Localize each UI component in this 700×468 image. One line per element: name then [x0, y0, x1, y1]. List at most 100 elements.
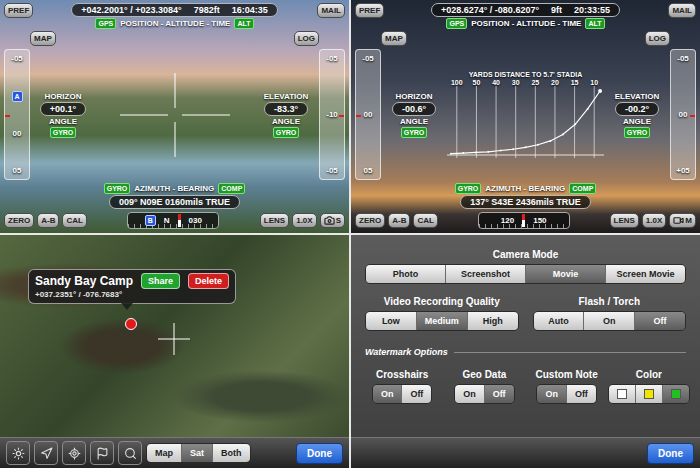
elevation-readout: ELEVATION-00.2°ANGLEGYRO	[606, 92, 668, 138]
status-badge: ALT	[585, 18, 604, 29]
segment-option[interactable]: On	[537, 385, 566, 403]
done-button[interactable]: Done	[647, 443, 694, 464]
tool-button[interactable]: LENS	[260, 213, 289, 228]
segment-option[interactable]: Low	[366, 312, 416, 330]
viewfinder	[96, 49, 253, 180]
tool-button[interactable]: A-B	[388, 213, 410, 228]
level-indicator	[356, 115, 361, 117]
segment-option[interactable]: Medium	[416, 312, 467, 330]
setting-section: Flash / TorchAutoOnOff	[533, 296, 687, 331]
compass-label: N	[164, 216, 170, 225]
compass-strip[interactable]: BN 030	[127, 212, 219, 229]
curve-point	[475, 151, 477, 153]
segment-option[interactable]: On	[583, 312, 634, 330]
callout-button[interactable]: Share	[141, 273, 180, 289]
grid-line	[594, 86, 595, 158]
pref-button[interactable]: PREF	[355, 3, 384, 18]
readout-sublabel: ANGLE	[49, 117, 77, 126]
capture-button[interactable]: S	[320, 213, 345, 228]
curve-end	[598, 89, 602, 93]
segment-option[interactable]: High	[467, 312, 518, 330]
color-control	[608, 384, 690, 404]
map-type-option[interactable]: Sat	[181, 444, 212, 462]
tool-button[interactable]	[118, 441, 142, 465]
grid-line	[535, 86, 536, 158]
log-button[interactable]: LOG	[294, 31, 319, 46]
tick-label: 10	[584, 79, 604, 86]
segment-option[interactable]: Off	[634, 312, 685, 330]
scale-label: 05	[13, 166, 22, 175]
mail-button[interactable]: MAIL	[668, 3, 696, 18]
map-type-control: MapSatBoth	[146, 443, 251, 463]
compass-strip[interactable]: 120150	[478, 212, 570, 229]
callout-button[interactable]: Delete	[188, 273, 229, 289]
tool-button[interactable]	[62, 441, 86, 465]
instrument-toolbar: ZEROA-BCAL BN 030 LENS1.0X S	[4, 212, 345, 229]
tool-button[interactable]: 1.0X	[642, 213, 666, 228]
camera-mode-section: Camera ModePhotoScreenshotMovieScreen Mo…	[365, 249, 686, 284]
segment-option[interactable]: Auto	[534, 312, 584, 330]
color-option[interactable]	[635, 385, 662, 403]
tick-label: 30	[506, 79, 526, 86]
section-title: Crosshairs	[376, 369, 428, 380]
tool-button[interactable]: A-B	[37, 213, 59, 228]
tool-button[interactable]	[34, 441, 58, 465]
tool-button[interactable]	[6, 441, 30, 465]
map-type-option[interactable]: Both	[212, 444, 250, 462]
segment-option[interactable]: Off	[401, 385, 431, 403]
tool-button[interactable]: ZERO	[4, 213, 34, 228]
marker: B	[145, 215, 156, 226]
tick-label: 40	[486, 79, 506, 86]
map-button[interactable]: MAP	[30, 31, 56, 46]
segment-option[interactable]: Movie	[525, 265, 605, 283]
map-type-option[interactable]: Map	[147, 444, 181, 462]
tool-button[interactable]: LENS	[610, 213, 639, 228]
tool-button[interactable]: ZERO	[355, 213, 385, 228]
status-badge: ALT	[234, 18, 253, 29]
segment-option[interactable]: Screenshot	[445, 265, 525, 283]
curve-point	[587, 108, 589, 110]
camera-view: PREF+028.6274° / -080.6207°9ft20:33:55GP…	[351, 0, 700, 233]
capture-button[interactable]: M	[669, 213, 696, 228]
segment-option[interactable]: Off	[566, 385, 596, 403]
status-badge: GYRO	[401, 127, 428, 138]
color-option[interactable]	[662, 385, 689, 403]
segment-option[interactable]: Screen Movie	[605, 265, 685, 283]
section-title: Color	[636, 369, 662, 380]
camera-mode-control: PhotoScreenshotMovieScreen Movie	[365, 264, 686, 284]
done-button[interactable]: Done	[296, 443, 343, 464]
pref-button[interactable]: PREF	[4, 3, 33, 18]
compass-label: 030	[189, 216, 202, 225]
segment-option[interactable]: Off	[484, 385, 514, 403]
satellite-map[interactable]: Sandy Bay CampShareDelete+037.2351° / -0…	[0, 235, 349, 437]
right-scale: -05-10-05	[319, 49, 345, 180]
mail-button[interactable]: MAIL	[317, 3, 345, 18]
map-button[interactable]: MAP	[381, 31, 407, 46]
tool-button[interactable]: CAL	[413, 213, 437, 228]
map-pin[interactable]	[125, 318, 137, 330]
status-badge: GYRO	[104, 183, 131, 194]
log-button[interactable]: LOG	[645, 31, 670, 46]
crosshair-icon	[158, 323, 190, 355]
color-option[interactable]	[609, 385, 635, 403]
target-icon	[68, 447, 81, 460]
status-badge: GYRO	[455, 183, 482, 194]
status-badge: GYRO	[624, 127, 651, 138]
curve-point	[562, 134, 564, 136]
badge-row: GYROAZIMUTH - BEARINGCOMP	[104, 183, 246, 194]
status-badge: COMP	[218, 183, 245, 194]
tool-button[interactable]: 1.0X	[292, 213, 316, 228]
readout-sublabel: ANGLE	[400, 117, 428, 126]
segment-option[interactable]: On	[373, 385, 402, 403]
level-indicator	[5, 115, 10, 117]
scale-label: -05	[326, 166, 338, 175]
grid-line	[515, 86, 516, 158]
scale-label: 00	[13, 129, 22, 138]
tool-button[interactable]	[90, 441, 114, 465]
segment-option[interactable]: Photo	[366, 265, 445, 283]
grid-line	[476, 86, 477, 158]
tool-button[interactable]: CAL	[62, 213, 86, 228]
instrument-toolbar: ZEROA-BCAL 120150 LENS1.0XM	[355, 212, 696, 229]
segment-option[interactable]: On	[455, 385, 484, 403]
azimuth-block: GYROAZIMUTH - BEARINGCOMP009° N09E 0160m…	[4, 183, 345, 209]
